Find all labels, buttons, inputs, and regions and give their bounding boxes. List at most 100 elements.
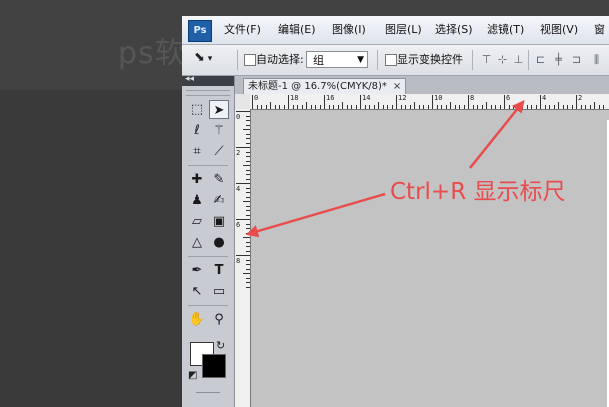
ruler-tick bbox=[459, 105, 460, 109]
ruler-tick bbox=[441, 105, 442, 109]
show-transform-checkbox[interactable] bbox=[385, 54, 397, 66]
ruler-tick bbox=[246, 277, 250, 279]
menu-layer[interactable]: 图层(L) bbox=[385, 16, 422, 44]
menu-filter[interactable]: 滤镜(T) bbox=[487, 16, 524, 44]
watermark-text: ps软 bbox=[118, 36, 186, 71]
ruler-tick bbox=[351, 105, 352, 109]
magic-wand-tool-icon[interactable]: ⚚ bbox=[209, 121, 229, 140]
path-selection-tool-icon[interactable]: ↖ bbox=[187, 282, 207, 301]
ruler-label: 0 bbox=[236, 113, 241, 121]
ruler-tick bbox=[378, 102, 379, 109]
zoom-tool-icon[interactable]: ⚲ bbox=[209, 310, 229, 329]
horizontal-ruler[interactable]: 0 18 16 14 12 10 8 6 4 2 bbox=[250, 94, 609, 110]
auto-select-checkbox[interactable] bbox=[244, 54, 256, 66]
document-frame: 0 18 16 14 12 10 8 6 4 2 0 2 4 6 8 bbox=[235, 94, 609, 407]
move-tool-icon[interactable]: ➤ bbox=[209, 100, 229, 119]
ruler-label: 18 bbox=[290, 94, 299, 102]
ruler-tick bbox=[236, 111, 250, 112]
history-brush-tool-icon[interactable]: ✍ bbox=[209, 191, 229, 210]
ruler-tick bbox=[576, 95, 577, 109]
marquee-tool-icon[interactable]: ⬚ bbox=[187, 100, 207, 119]
close-icon[interactable]: × bbox=[393, 81, 401, 92]
ruler-origin[interactable] bbox=[235, 94, 251, 110]
dodge-tool-icon[interactable]: ● bbox=[209, 233, 229, 252]
ruler-tick bbox=[246, 282, 250, 283]
ruler-tick bbox=[236, 147, 250, 148]
align-bottom-icon[interactable]: ⊥ bbox=[512, 53, 525, 66]
ruler-tick bbox=[246, 187, 250, 189]
ruler-tick bbox=[246, 232, 250, 234]
collapse-panel-icon[interactable]: ◂◂ bbox=[185, 74, 194, 84]
ruler-tick bbox=[246, 196, 250, 198]
ruler-tick bbox=[246, 286, 250, 288]
ruler-tick bbox=[246, 115, 250, 117]
align-right-icon[interactable]: ⊐ bbox=[570, 53, 583, 66]
eraser-tool-icon[interactable]: ▱ bbox=[187, 212, 207, 231]
ruler-tick bbox=[567, 105, 568, 109]
panel-grip[interactable] bbox=[186, 90, 230, 96]
eyedropper-tool-icon[interactable]: ⟋ bbox=[209, 142, 229, 161]
blur-tool-icon[interactable]: △ bbox=[187, 233, 207, 252]
ruler-tick bbox=[373, 105, 375, 109]
crop-tool-icon[interactable]: ⌗ bbox=[187, 142, 207, 161]
rectangle-tool-icon[interactable]: ▭ bbox=[209, 282, 229, 301]
divider bbox=[188, 256, 228, 257]
tool-preset-picker[interactable]: ⬊ ▾ bbox=[194, 50, 230, 70]
ruler-tick bbox=[400, 105, 402, 109]
brush-tool-icon[interactable]: ✎ bbox=[209, 170, 229, 189]
ruler-tick bbox=[243, 165, 250, 166]
ruler-tick bbox=[279, 105, 280, 109]
gradient-tool-icon[interactable]: ▣ bbox=[209, 212, 229, 231]
ruler-tick bbox=[531, 105, 532, 109]
ruler-tick bbox=[246, 250, 250, 252]
menu-image[interactable]: 图像(I) bbox=[332, 16, 366, 44]
ruler-tick bbox=[246, 151, 250, 153]
ruler-tick bbox=[246, 169, 250, 171]
pen-tool-icon[interactable]: ✒ bbox=[187, 261, 207, 280]
annotation-text: Ctrl+R 显示标尺 bbox=[390, 179, 566, 205]
distribute-icon[interactable]: ⫼ bbox=[590, 53, 603, 66]
vertical-ruler[interactable]: 0 2 4 6 8 bbox=[235, 109, 251, 407]
ruler-tick bbox=[580, 105, 582, 109]
menu-window[interactable]: 窗 bbox=[594, 16, 605, 44]
ruler-tick bbox=[261, 105, 262, 109]
canvas[interactable] bbox=[251, 110, 609, 407]
ruler-label: 14 bbox=[362, 94, 371, 102]
auto-select-dropdown[interactable]: 组 ▼ bbox=[306, 51, 368, 68]
default-colors-icon[interactable]: ◩ bbox=[188, 370, 197, 381]
ruler-tick bbox=[246, 124, 250, 126]
ruler-tick bbox=[382, 105, 384, 109]
ruler-tick bbox=[246, 259, 250, 261]
ruler-tick bbox=[360, 95, 361, 109]
ruler-tick bbox=[246, 142, 250, 144]
ruler-tick bbox=[526, 105, 528, 109]
ruler-tick bbox=[246, 241, 250, 243]
ruler-tick bbox=[252, 95, 253, 109]
clone-stamp-tool-icon[interactable]: ♟ bbox=[187, 191, 207, 210]
menu-select[interactable]: 选择(S) bbox=[435, 16, 473, 44]
menu-edit[interactable]: 编辑(E) bbox=[278, 16, 316, 44]
ruler-tick bbox=[418, 105, 420, 109]
tools-panel: ◂◂ ⬚ ➤ ℓ ⚚ ⌗ ⟋ ✚ ✎ ♟ ✍ ▱ ▣ △ ● ✒ T ↖ ▭ ✋… bbox=[182, 74, 235, 407]
align-horizontal-center-icon[interactable]: ╪ bbox=[552, 53, 565, 66]
photoshop-window: Ps 文件(F) 编辑(E) 图像(I) 图层(L) 选择(S) 滤镜(T) 视… bbox=[182, 16, 609, 407]
ruler-tick bbox=[288, 95, 289, 109]
align-left-icon[interactable]: ⊏ bbox=[534, 53, 547, 66]
separator bbox=[377, 50, 378, 70]
document-tab[interactable]: 未标题-1 @ 16.7%(CMYK/8)* × bbox=[243, 78, 407, 94]
align-top-icon[interactable]: ⊤ bbox=[480, 53, 493, 66]
lasso-tool-icon[interactable]: ℓ bbox=[187, 121, 207, 140]
align-vertical-center-icon[interactable]: ⊹ bbox=[496, 53, 509, 66]
type-tool-icon[interactable]: T bbox=[209, 261, 229, 280]
ruler-label: 6 bbox=[506, 94, 511, 102]
quick-mask-indicator[interactable] bbox=[196, 392, 220, 393]
ruler-tick bbox=[243, 201, 250, 202]
menu-file[interactable]: 文件(F) bbox=[224, 16, 261, 44]
menu-view[interactable]: 视图(V) bbox=[540, 16, 578, 44]
healing-brush-tool-icon[interactable]: ✚ bbox=[187, 170, 207, 189]
swap-colors-icon[interactable]: ↻ bbox=[216, 339, 225, 352]
background-color-swatch[interactable] bbox=[202, 354, 226, 378]
hand-tool-icon[interactable]: ✋ bbox=[187, 310, 207, 329]
ruler-tick bbox=[513, 105, 514, 109]
ruler-tick bbox=[236, 219, 250, 220]
